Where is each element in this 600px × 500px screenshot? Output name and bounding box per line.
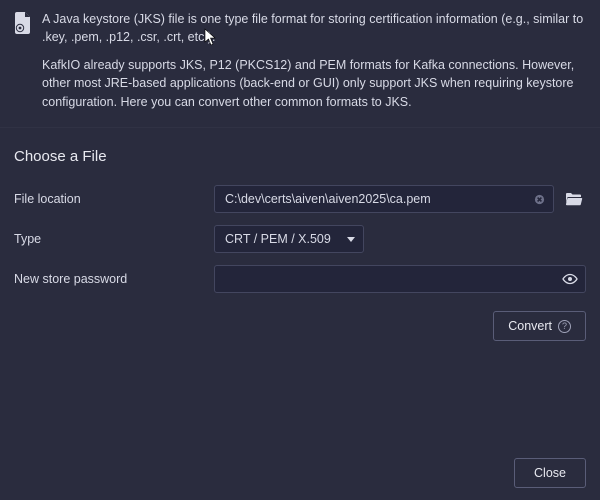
info-paragraph-2: KafkIO already supports JKS, P12 (PKCS12… [42, 56, 586, 110]
row-type: Type CRT / PEM / X.509 [14, 225, 586, 253]
type-select-value: CRT / PEM / X.509 [225, 230, 331, 248]
eye-icon[interactable] [560, 269, 580, 289]
password-label: New store password [14, 270, 214, 288]
type-select[interactable]: CRT / PEM / X.509 [214, 225, 364, 253]
close-button[interactable]: Close [514, 458, 586, 488]
file-location-label: File location [14, 190, 214, 208]
row-file-location: File location [14, 185, 586, 213]
file-location-input[interactable] [214, 185, 554, 213]
footer: Close [514, 458, 586, 488]
file-cert-icon [14, 10, 32, 121]
convert-row: Convert ? [0, 305, 600, 341]
info-paragraph-1: A Java keystore (JKS) file is one type f… [42, 10, 586, 46]
clear-icon[interactable] [530, 190, 548, 208]
password-input[interactable] [214, 265, 586, 293]
chevron-down-icon [347, 237, 355, 242]
section-title: Choose a File [14, 146, 586, 168]
info-text: A Java keystore (JKS) file is one type f… [42, 10, 586, 121]
type-label: Type [14, 230, 214, 248]
close-button-label: Close [534, 466, 566, 480]
convert-button-label: Convert [508, 319, 552, 333]
help-icon: ? [558, 320, 571, 333]
folder-open-icon[interactable] [562, 187, 586, 211]
info-block: A Java keystore (JKS) file is one type f… [0, 0, 600, 127]
row-password: New store password [14, 265, 586, 293]
convert-button[interactable]: Convert ? [493, 311, 586, 341]
form-section: Choose a File File location [0, 127, 600, 294]
